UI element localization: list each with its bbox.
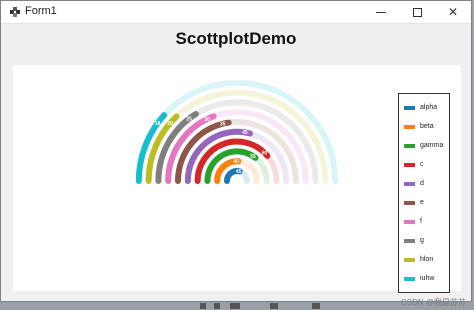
- gauge-value-label-alpha: 45: [236, 169, 242, 175]
- legend-swatch: [404, 162, 415, 167]
- legend-item-gamma: gamma: [404, 136, 449, 155]
- legend-swatch: [404, 200, 415, 205]
- legend-label: iuhw: [420, 275, 435, 282]
- legend-swatch: [404, 181, 415, 186]
- legend-swatch: [404, 257, 415, 262]
- legend-swatch: [404, 238, 415, 243]
- legend-swatch: [404, 124, 415, 129]
- legend-item-f: f: [404, 212, 449, 231]
- legend-swatch: [404, 143, 415, 148]
- maximize-button[interactable]: [399, 1, 435, 23]
- window-title: Form1: [25, 5, 57, 17]
- legend-swatch: [404, 219, 415, 224]
- legend-label: c: [420, 161, 424, 168]
- legend-label: d: [420, 180, 424, 187]
- chart-legend: alpha beta gamma c d e f g hlon iuhw: [398, 93, 450, 293]
- gauge-value-label-beta: 40: [233, 159, 239, 165]
- page-title: ScottplotDemo: [175, 29, 297, 48]
- legend-label: g: [420, 237, 424, 244]
- gauge-value-label-d: 45: [242, 130, 248, 136]
- legend-swatch: [404, 105, 415, 110]
- radial-gauge-chart: 45 40 55 60 45 35 30 25 20 18: [135, 79, 339, 184]
- csdn-watermark: CSDN @我是苏苏: [400, 298, 466, 307]
- legend-label: gamma: [420, 142, 444, 149]
- legend-item-iuhw: iuhw: [404, 269, 449, 288]
- gauge-value-label-g: 25: [186, 116, 192, 122]
- gauge-value-label-c: 60: [262, 151, 268, 157]
- gauge-value-label-hlon: 20: [167, 121, 173, 127]
- plot-area[interactable]: 45 40 55 60 45 35 30 25 20 18: [13, 65, 461, 291]
- legend-label: hlon: [420, 256, 434, 263]
- close-button[interactable]: ✕: [435, 1, 471, 23]
- minimize-button[interactable]: [363, 1, 399, 23]
- legend-label: alpha: [420, 104, 438, 111]
- gauge-value-label-e: 35: [220, 122, 226, 128]
- legend-item-alpha: alpha: [404, 98, 449, 117]
- main-window: Form1 ✕ ScottplotDemo 45 40 55 60 45 35 30 25 20…: [0, 0, 472, 302]
- taskbar-fragment: [200, 302, 340, 310]
- legend-item-beta: beta: [404, 117, 449, 136]
- winforms-app-icon: [10, 7, 20, 17]
- gauge-value-label-gamma: 55: [250, 154, 256, 160]
- gauge-value-label-iuhw: 18: [155, 121, 161, 127]
- legend-item-e: e: [404, 193, 449, 212]
- gauge-value-label-f: 30: [204, 117, 210, 123]
- minimize-icon: [376, 11, 386, 13]
- close-icon: ✕: [447, 5, 459, 19]
- legend-item-hlon: hlon: [404, 250, 449, 269]
- maximize-icon: [412, 7, 422, 17]
- legend-item-c: c: [404, 155, 449, 174]
- legend-swatch: [404, 276, 415, 281]
- legend-item-g: g: [404, 231, 449, 250]
- title-bar[interactable]: Form1 ✕: [1, 1, 471, 24]
- legend-item-d: d: [404, 174, 449, 193]
- legend-label: f: [420, 218, 422, 225]
- legend-label: e: [420, 199, 424, 206]
- legend-label: beta: [420, 123, 434, 130]
